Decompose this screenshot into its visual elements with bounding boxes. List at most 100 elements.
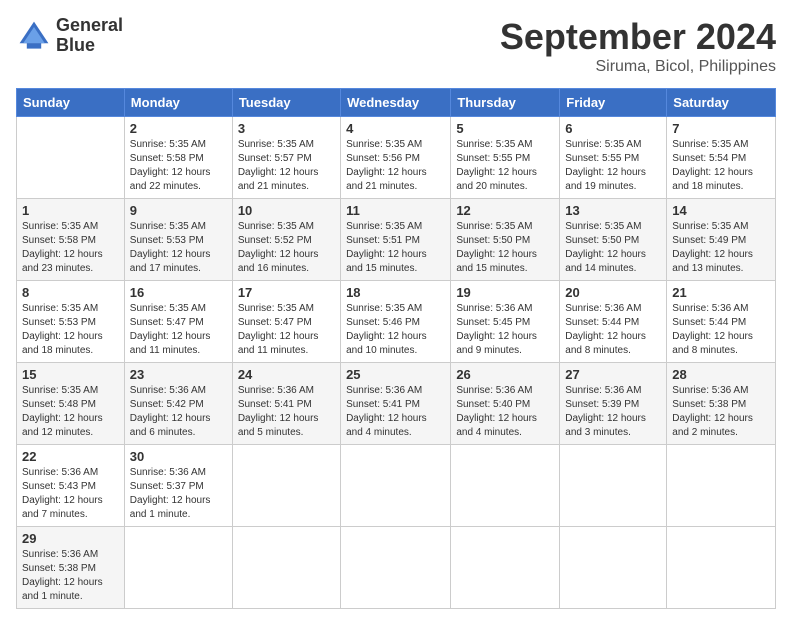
sunrise-text: Sunrise: 5:36 AM [565,385,641,396]
sunset-text: Sunset: 5:49 PM [672,235,746,246]
daylight-text: Daylight: 12 hours and 7 minutes. [22,495,103,520]
calendar-cell [560,445,667,527]
sunrise-text: Sunrise: 5:36 AM [346,385,422,396]
daylight-text: Daylight: 12 hours and 8 minutes. [672,331,753,356]
calendar-cell [560,527,667,609]
daylight-text: Daylight: 12 hours and 13 minutes. [672,249,753,274]
sunset-text: Sunset: 5:40 PM [456,399,530,410]
sunset-text: Sunset: 5:37 PM [130,481,204,492]
calendar-cell: 12Sunrise: 5:35 AMSunset: 5:50 PMDayligh… [451,199,560,281]
calendar-cell: 30Sunrise: 5:36 AMSunset: 5:37 PMDayligh… [124,445,232,527]
calendar-week-row: 29Sunrise: 5:36 AMSunset: 5:38 PMDayligh… [17,527,776,609]
sunrise-text: Sunrise: 5:35 AM [22,385,98,396]
calendar-cell [341,445,451,527]
sunset-text: Sunset: 5:44 PM [565,317,639,328]
day-info: Sunrise: 5:36 AMSunset: 5:42 PMDaylight:… [130,384,227,440]
day-number: 20 [565,285,661,300]
sunrise-text: Sunrise: 5:35 AM [672,221,748,232]
page-header: General Blue September 2024 Siruma, Bico… [16,16,776,76]
logo-text: General Blue [56,16,123,56]
day-number: 28 [672,367,770,382]
weekday-header: Friday [560,89,667,117]
sunset-text: Sunset: 5:51 PM [346,235,420,246]
month-title: September 2024 [500,16,776,58]
calendar-cell: 3 Sunrise: 5:35 AMSunset: 5:57 PMDaylight… [232,117,340,199]
day-number: 9 [130,203,227,218]
daylight-text: Daylight: 12 hours and 23 minutes. [22,249,103,274]
day-info: Sunrise: 5:35 AMSunset: 5:47 PMDaylight:… [238,302,335,358]
day-info: Sunrise: 5:35 AMSunset: 5:46 PMDaylight:… [346,302,445,358]
day-number: 19 [456,285,554,300]
calendar-cell: 27Sunrise: 5:36 AMSunset: 5:39 PMDayligh… [560,363,667,445]
calendar-cell: 5Sunrise: 5:35 AMSunset: 5:55 PMDaylight… [451,117,560,199]
calendar-cell: 25Sunrise: 5:36 AMSunset: 5:41 PMDayligh… [341,363,451,445]
logo-icon [16,18,52,54]
logo-line1: General [56,16,123,36]
calendar-cell: 9 Sunrise: 5:35 AMSunset: 5:53 PMDaylight… [124,199,232,281]
day-info: Sunrise: 5:36 AMSunset: 5:44 PMDaylight:… [672,302,770,358]
day-info: Sunrise: 5:35 AMSunset: 5:52 PMDaylight:… [238,220,335,276]
day-info: Sunrise: 5:36 AMSunset: 5:38 PMDaylight:… [22,548,119,604]
logo: General Blue [16,16,123,56]
calendar-cell: 13Sunrise: 5:35 AMSunset: 5:50 PMDayligh… [560,199,667,281]
day-number: 17 [238,285,335,300]
day-number: 2 [130,121,227,136]
daylight-text: Daylight: 12 hours and 1 minute. [130,495,211,520]
sunset-text: Sunset: 5:53 PM [22,317,96,328]
day-number: 1 [22,203,119,218]
calendar-cell [667,445,776,527]
calendar-cell: 20Sunrise: 5:36 AMSunset: 5:44 PMDayligh… [560,281,667,363]
daylight-text: Daylight: 12 hours and 19 minutes. [565,167,646,192]
day-number: 12 [456,203,554,218]
day-info: Sunrise: 5:35 AMSunset: 5:57 PMDaylight:… [238,138,335,194]
calendar-cell: 19Sunrise: 5:36 AMSunset: 5:45 PMDayligh… [451,281,560,363]
sunset-text: Sunset: 5:50 PM [456,235,530,246]
day-info: Sunrise: 5:35 AMSunset: 5:51 PMDaylight:… [346,220,445,276]
day-info: Sunrise: 5:35 AM Sunset: 5:49 PM Daylight:… [672,220,770,276]
weekday-header: Thursday [451,89,560,117]
day-info: Sunrise: 5:36 AMSunset: 5:43 PMDaylight:… [22,466,119,522]
daylight-text: Daylight: 12 hours and 18 minutes. [22,331,103,356]
calendar-cell: 2Sunrise: 5:35 AMSunset: 5:58 PMDaylight… [124,117,232,199]
sunset-text: Sunset: 5:46 PM [346,317,420,328]
weekday-header: Saturday [667,89,776,117]
sunset-text: Sunset: 5:54 PM [672,153,746,164]
daylight-text: Daylight: 12 hours and 10 minutes. [346,331,427,356]
day-number: 11 [346,203,445,218]
day-number: 27 [565,367,661,382]
day-number: 16 [130,285,227,300]
calendar-cell [451,527,560,609]
sunset-text: Sunset: 5:42 PM [130,399,204,410]
sunset-text: Sunset: 5:45 PM [456,317,530,328]
calendar-cell: 1Sunrise: 5:35 AMSunset: 5:58 PMDaylight… [17,199,125,281]
calendar-cell: 7Sunrise: 5:35 AMSunset: 5:54 PMDaylight… [667,117,776,199]
day-info: Sunrise: 5:35 AMSunset: 5:53 PMDaylight:… [130,220,227,276]
day-number: 23 [130,367,227,382]
calendar-cell [451,445,560,527]
sunrise-text: Sunrise: 5:35 AM [238,221,314,232]
day-number: 21 [672,285,770,300]
weekday-header: Sunday [17,89,125,117]
sunset-text: Sunset: 5:47 PM [238,317,312,328]
daylight-text: Daylight: 12 hours and 18 minutes. [672,167,753,192]
sunrise-text: Sunrise: 5:35 AM [672,139,748,150]
sunrise-text: Sunrise: 5:36 AM [672,385,748,396]
logo-line2: Blue [56,36,123,56]
day-number: 18 [346,285,445,300]
calendar-cell [17,117,125,199]
daylight-text: Daylight: 12 hours and 21 minutes. [346,167,427,192]
calendar-cell: 15Sunrise: 5:35 AMSunset: 5:48 PMDayligh… [17,363,125,445]
sunrise-text: Sunrise: 5:35 AM [130,303,206,314]
day-number: 3 [238,121,335,136]
calendar-cell: 6Sunrise: 5:35 AMSunset: 5:55 PMDaylight… [560,117,667,199]
daylight-text: Daylight: 12 hours and 11 minutes. [130,331,211,356]
day-info: Sunrise: 5:35 AMSunset: 5:56 PMDaylight:… [346,138,445,194]
sunset-text: Sunset: 5:41 PM [346,399,420,410]
calendar-cell: 8Sunrise: 5:35 AMSunset: 5:53 PMDaylight… [17,281,125,363]
day-info: Sunrise: 5:35 AMSunset: 5:53 PMDaylight:… [22,302,119,358]
day-info: Sunrise: 5:35 AMSunset: 5:55 PMDaylight:… [456,138,554,194]
sunset-text: Sunset: 5:41 PM [238,399,312,410]
sunset-text: Sunset: 5:58 PM [130,153,204,164]
calendar-week-row: 8Sunrise: 5:35 AMSunset: 5:53 PMDaylight… [17,281,776,363]
daylight-text: Daylight: 12 hours and 14 minutes. [565,249,646,274]
